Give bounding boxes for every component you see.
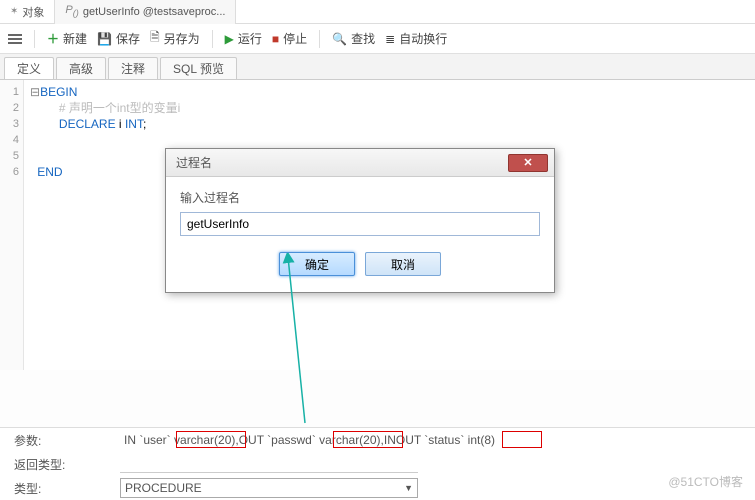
tab-objects[interactable]: ✶ 对象 — [0, 0, 55, 24]
saveas-button[interactable]: 🗎另存为 — [150, 28, 200, 49]
cancel-button[interactable]: 取消 — [365, 252, 441, 276]
procedure-name-input[interactable] — [180, 212, 540, 236]
separator — [212, 30, 213, 48]
separator — [34, 30, 35, 48]
new-label: 新建 — [63, 30, 87, 47]
wrap-icon: ≣ — [385, 32, 395, 46]
watermark: @51CTO博客 — [668, 473, 743, 490]
close-icon: ✕ — [523, 156, 532, 169]
top-tabs: ✶ 对象 P() getUserInfo @testsaveproc... — [0, 0, 755, 24]
wrap-label: 自动换行 — [399, 30, 447, 47]
params-value[interactable]: IN `user` varchar(20),OUT `passwd` varch… — [120, 431, 499, 449]
play-icon: ▶ — [225, 32, 234, 46]
separator — [319, 30, 320, 48]
function-icon: P() — [65, 4, 78, 18]
dialog-titlebar[interactable]: 过程名 ✕ — [166, 149, 554, 177]
tab-advanced[interactable]: 高级 — [56, 57, 106, 79]
find-label: 查找 — [351, 30, 375, 47]
line-gutter: 123456 — [0, 80, 24, 370]
tab-function[interactable]: P() getUserInfo @testsaveproc... — [55, 0, 236, 24]
close-button[interactable]: ✕ — [508, 154, 548, 172]
star-icon: ✶ — [10, 6, 18, 17]
ok-button[interactable]: 确定 — [279, 252, 355, 276]
run-label: 运行 — [238, 30, 262, 47]
stop-button[interactable]: ■ 停止 — [272, 30, 307, 47]
stop-label: 停止 — [283, 30, 307, 47]
find-button[interactable]: 🔍 查找 — [332, 30, 375, 47]
save-icon: 💾 — [97, 32, 112, 46]
stop-icon: ■ — [272, 32, 279, 46]
tab-objects-label: 对象 — [22, 4, 44, 20]
tab-definition[interactable]: 定义 — [4, 57, 54, 79]
saveas-icon: 🗎 — [150, 28, 160, 49]
wrap-button[interactable]: ≣ 自动换行 — [385, 30, 447, 47]
menu-icon[interactable] — [8, 34, 22, 44]
type-select[interactable]: PROCEDURE ▼ — [120, 478, 418, 498]
search-icon: 🔍 — [332, 32, 347, 46]
tab-comment[interactable]: 注释 — [108, 57, 158, 79]
sub-tabs: 定义 高级 注释 SQL 预览 — [0, 54, 755, 80]
procedure-name-dialog: 过程名 ✕ 输入过程名 确定 取消 — [165, 148, 555, 293]
tab-sqlpreview[interactable]: SQL 预览 — [160, 57, 237, 79]
saveas-label: 另存为 — [164, 30, 200, 47]
return-type-label: 返回类型: — [0, 456, 120, 473]
chevron-down-icon: ▼ — [404, 483, 413, 493]
new-button[interactable]: ＋新建 — [47, 30, 87, 47]
return-type-value[interactable] — [120, 455, 418, 473]
toolbar: ＋新建 💾 保存 🗎另存为 ▶ 运行 ■ 停止 🔍 查找 ≣ 自动换行 — [0, 24, 755, 54]
dialog-label: 输入过程名 — [180, 189, 540, 206]
params-label: 参数: — [0, 432, 120, 449]
plus-icon: ＋ — [47, 30, 59, 47]
dialog-title: 过程名 — [176, 154, 212, 171]
type-label: 类型: — [0, 480, 120, 497]
footer-panel: 参数: IN `user` varchar(20),OUT `passwd` v… — [0, 427, 755, 500]
tab-function-label: getUserInfo @testsaveproc... — [83, 6, 226, 18]
type-value: PROCEDURE — [125, 481, 202, 495]
save-label: 保存 — [116, 30, 140, 47]
run-button[interactable]: ▶ 运行 — [225, 30, 262, 47]
dialog-body: 输入过程名 确定 取消 — [166, 177, 554, 292]
save-button[interactable]: 💾 保存 — [97, 30, 140, 47]
